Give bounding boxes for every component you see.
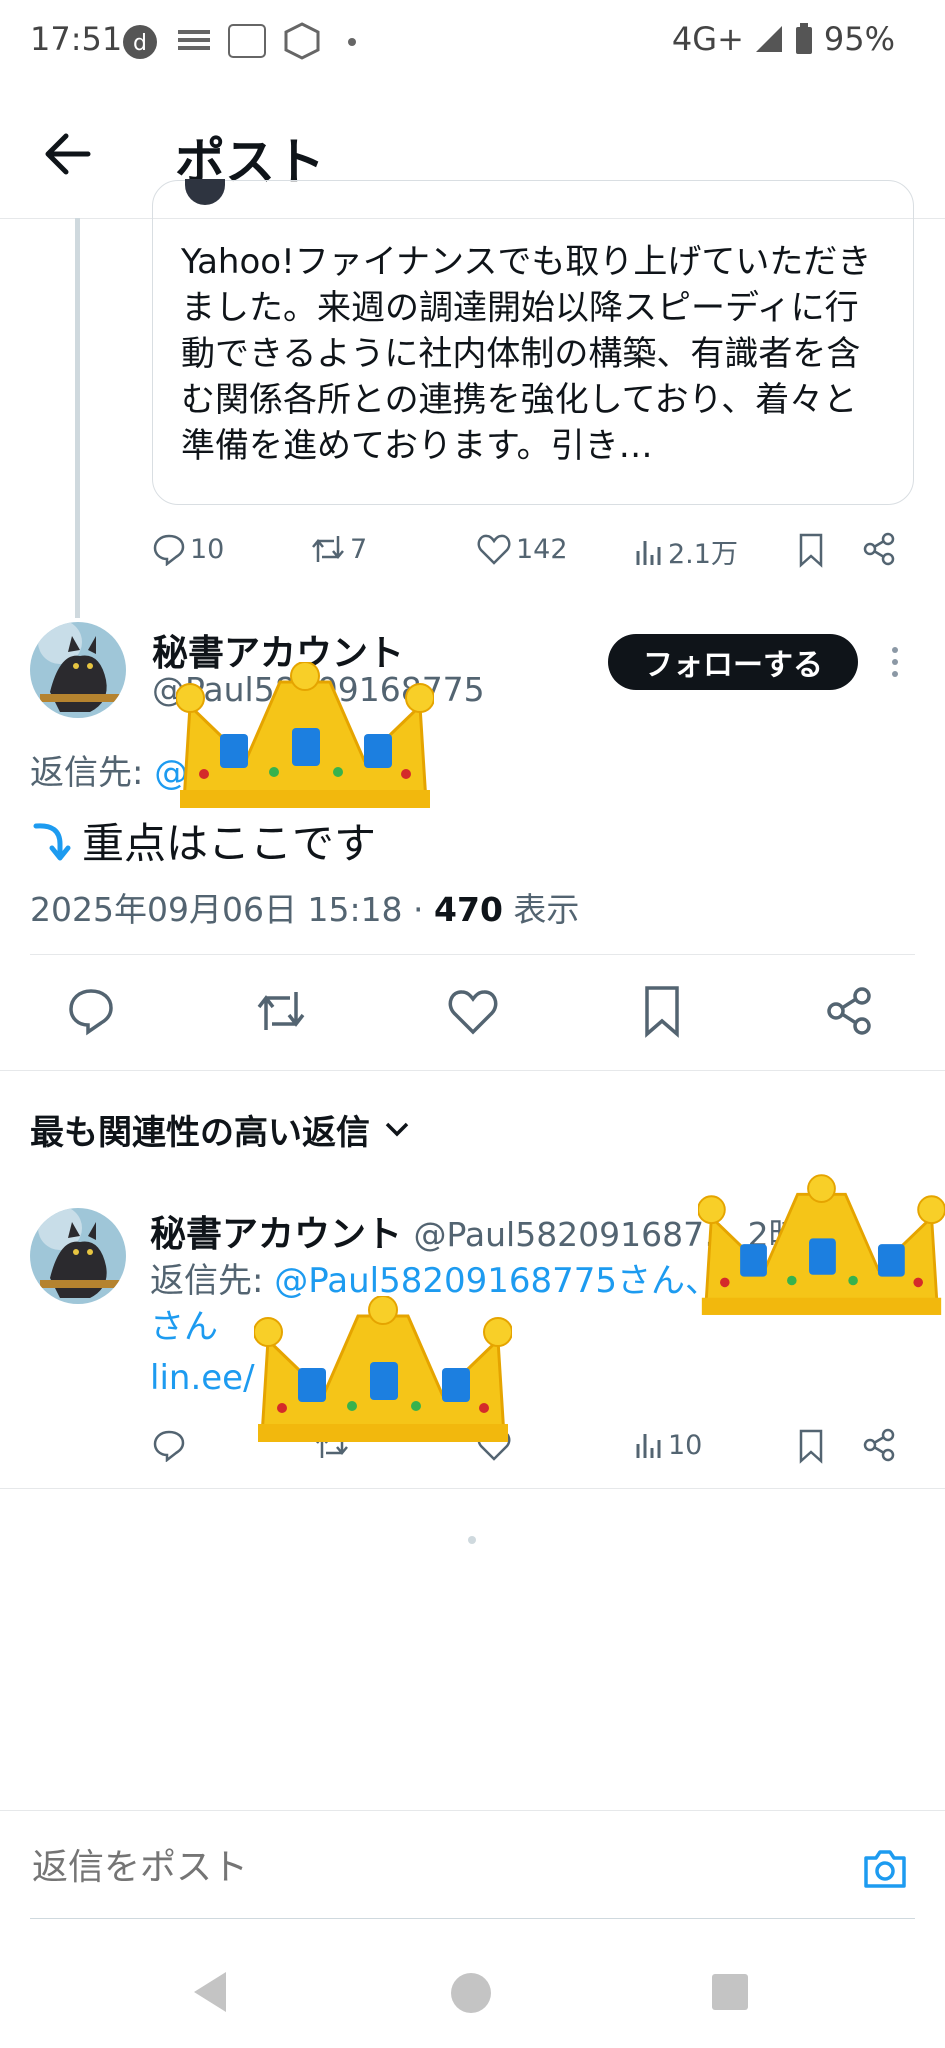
divider xyxy=(0,1070,945,1071)
bookmark-icon xyxy=(645,986,679,1038)
curved-arrow-icon xyxy=(33,822,71,860)
post-view-count[interactable]: 470 xyxy=(434,890,503,929)
share-icon xyxy=(863,1428,895,1462)
reply-icon xyxy=(153,1430,185,1462)
post-timestamp: 2025年09月06日 15:18 · xyxy=(30,890,435,929)
heart-icon xyxy=(477,534,511,565)
reply-icon xyxy=(153,534,185,566)
post-text: 重点はここです xyxy=(82,819,377,868)
post-body: 重点はここです xyxy=(30,810,376,871)
status-bar: 17:51 d 4G+ 95% xyxy=(0,0,945,84)
repost-action[interactable]: 7 xyxy=(310,532,367,566)
loading-dot xyxy=(468,1536,476,1544)
share-icon xyxy=(863,532,895,566)
reply-avatar[interactable] xyxy=(30,1208,126,1304)
camera-icon xyxy=(864,1850,906,1888)
reply-action[interactable]: 10 xyxy=(152,532,224,566)
nav-home-icon[interactable] xyxy=(450,1972,492,2014)
views-action[interactable]: 2.1万 xyxy=(634,532,738,571)
reply-action[interactable] xyxy=(152,1428,186,1462)
reply-count: 10 xyxy=(190,533,225,565)
more-options-icon[interactable] xyxy=(880,642,910,682)
dcard-icon xyxy=(228,24,266,62)
reply-to-line: 返信先: @ xyxy=(30,745,188,794)
status-time: 17:51 xyxy=(30,20,123,58)
network-label: 4G+ xyxy=(671,20,744,58)
system-nav-bar xyxy=(0,1930,945,2048)
views-action[interactable]: 10 xyxy=(634,1428,702,1462)
quoted-post-card[interactable]: Yahoo!ファイナンスでも取り上げていただきました。来週の調達開始以降スピーデ… xyxy=(152,179,914,505)
status-right: 4G+ 95% xyxy=(672,20,895,58)
reply-to-handles-link[interactable]: @Paul58209168775さん、 xyxy=(274,1261,719,1301)
reply-to-label: 返信先: xyxy=(30,753,144,793)
reply-author-name[interactable]: 秘書アカウント xyxy=(150,1214,402,1255)
share-button[interactable] xyxy=(824,986,874,1040)
reply-to-label: 返信先: xyxy=(150,1261,275,1301)
post-view-label: 表示 xyxy=(502,890,580,929)
replies-section-title: 最も関連性の高い返信 xyxy=(30,1113,370,1153)
arrow-left-icon xyxy=(45,133,91,175)
avatar[interactable] xyxy=(30,622,126,718)
signal-icon xyxy=(755,26,782,52)
share-icon xyxy=(827,987,871,1035)
notification-icon xyxy=(176,26,212,62)
reply-icon xyxy=(69,989,113,1036)
cube-app-icon xyxy=(284,22,320,64)
divider xyxy=(30,1918,915,1919)
avatar-image xyxy=(30,622,126,718)
back-button[interactable] xyxy=(40,124,100,184)
reply-link[interactable]: lin.ee/ xyxy=(150,1358,255,1398)
views-count: 2.1万 xyxy=(668,539,738,570)
bookmark-action[interactable] xyxy=(796,532,826,568)
views-icon xyxy=(636,1434,661,1458)
camera-button[interactable] xyxy=(862,1848,908,1894)
heart-icon xyxy=(448,990,498,1035)
repost-icon xyxy=(312,536,344,562)
avatar-image xyxy=(30,1208,126,1304)
quoted-post-text: Yahoo!ファイナンスでも取り上げていただきました。来週の調達開始以降スピーデ… xyxy=(181,242,872,466)
battery-percent: 95% xyxy=(823,20,895,58)
crown-sticker-icon xyxy=(176,662,434,808)
thread-line xyxy=(75,218,80,618)
replies-sort-dropdown[interactable]: 最も関連性の高い返信 xyxy=(30,1105,410,1154)
bookmark-button[interactable] xyxy=(640,984,684,1042)
share-action[interactable] xyxy=(862,532,896,566)
views-icon xyxy=(636,540,661,565)
svg-text:d: d xyxy=(133,31,147,56)
crown-sticker-icon xyxy=(698,1174,945,1315)
d-app-icon: d xyxy=(122,24,158,64)
bookmark-icon xyxy=(799,533,823,568)
repost-icon xyxy=(257,992,305,1030)
like-button[interactable] xyxy=(446,986,500,1040)
post-meta: 2025年09月06日 15:18 · 470 表示 xyxy=(30,883,579,931)
reply-to-suffix[interactable]: さん xyxy=(150,1307,218,1347)
follow-button[interactable]: フォローする xyxy=(608,634,858,690)
repost-button[interactable] xyxy=(254,986,308,1040)
nav-recents-icon[interactable] xyxy=(712,1974,748,2010)
divider xyxy=(0,1488,945,1489)
repost-count: 7 xyxy=(350,533,368,565)
reply-compose-input[interactable] xyxy=(30,1845,499,1889)
chevron-down-icon xyxy=(385,1122,409,1136)
bookmark-action[interactable] xyxy=(796,1428,826,1464)
like-count: 142 xyxy=(516,533,568,565)
bookmark-icon xyxy=(799,1429,823,1464)
crown-sticker-icon xyxy=(254,1296,512,1442)
share-action[interactable] xyxy=(862,1428,896,1462)
reply-button[interactable] xyxy=(66,986,116,1040)
battery-icon xyxy=(795,23,812,54)
divider xyxy=(30,954,915,955)
views-count: 10 xyxy=(668,1429,703,1461)
like-action[interactable]: 142 xyxy=(476,532,568,566)
quoted-avatar xyxy=(185,179,225,205)
nav-back-icon[interactable] xyxy=(190,1970,230,2014)
status-dot xyxy=(348,38,356,46)
